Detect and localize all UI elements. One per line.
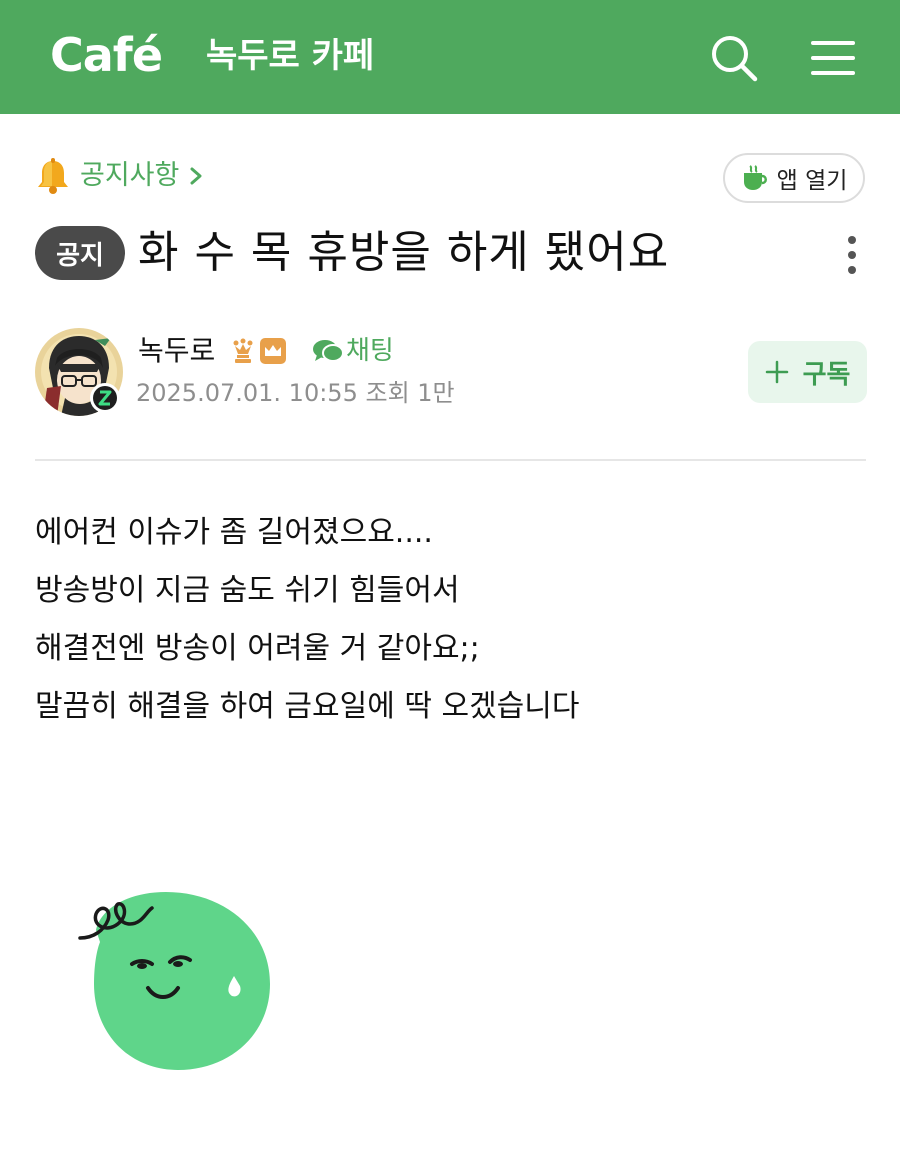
menu-button[interactable] — [808, 36, 858, 80]
board-breadcrumb[interactable]: 공지사항 — [34, 156, 203, 196]
more-options-button[interactable] — [836, 232, 868, 278]
search-icon — [712, 36, 758, 82]
cafe-name[interactable]: 녹두로 카페 — [206, 34, 374, 78]
chat-link[interactable]: 채팅 — [312, 332, 394, 370]
author-avatar[interactable] — [35, 328, 123, 416]
plus-icon — [765, 360, 788, 384]
bell-icon — [38, 158, 68, 194]
header-divider — [35, 459, 866, 461]
top-app-bar: Café 녹두로 카페 — [0, 0, 900, 114]
avatar-image — [35, 328, 123, 416]
open-app-label: 앱 열기 — [776, 168, 848, 194]
subscribe-label: 구독 — [802, 359, 851, 390]
chat-bubble-icon — [313, 340, 344, 362]
chat-label: 채팅 — [346, 336, 394, 366]
post-title: 화 수 목 휴방을 하게 됐어요 — [138, 227, 670, 278]
coffee-cup-icon — [743, 165, 767, 190]
post-meta: 2025.07.01. 10:55 조회 1만 — [136, 374, 455, 412]
chevron-right-icon — [190, 167, 202, 185]
more-vertical-icon — [848, 236, 856, 274]
body-line: 말끔히 해결을 하여 금요일에 딱 오겠습니다 — [35, 689, 580, 724]
chess-queen-rank-icon — [233, 338, 253, 363]
body-line: 해결전엔 방송이 어려울 거 같아요;; — [35, 631, 480, 666]
post-date: 2025.07.01. 10:55 — [136, 379, 358, 407]
cafe-logo[interactable]: Café — [50, 28, 163, 82]
green-blob-sweat-sticker — [78, 892, 270, 1070]
hamburger-menu-icon — [811, 41, 855, 75]
post-body: 에어컨 이슈가 좀 길어졌으요.... 방송방이 지금 숨도 쉬기 힘들어서 해… — [35, 504, 865, 736]
open-app-button[interactable]: 앱 열기 — [723, 153, 865, 203]
body-line: 방송방이 지금 숨도 쉬기 힘들어서 — [35, 573, 460, 608]
body-line: 에어컨 이슈가 좀 길어졌으요.... — [35, 515, 433, 550]
search-button[interactable] — [708, 32, 760, 84]
author-name[interactable]: 녹두로 — [138, 332, 215, 370]
crown-badge-icon — [260, 338, 286, 364]
subscribe-button[interactable]: 구독 — [748, 341, 867, 403]
breadcrumb-label: 공지사항 — [80, 160, 180, 191]
notice-badge: 공지 — [35, 226, 125, 280]
post-views: 조회 1만 — [365, 379, 455, 407]
